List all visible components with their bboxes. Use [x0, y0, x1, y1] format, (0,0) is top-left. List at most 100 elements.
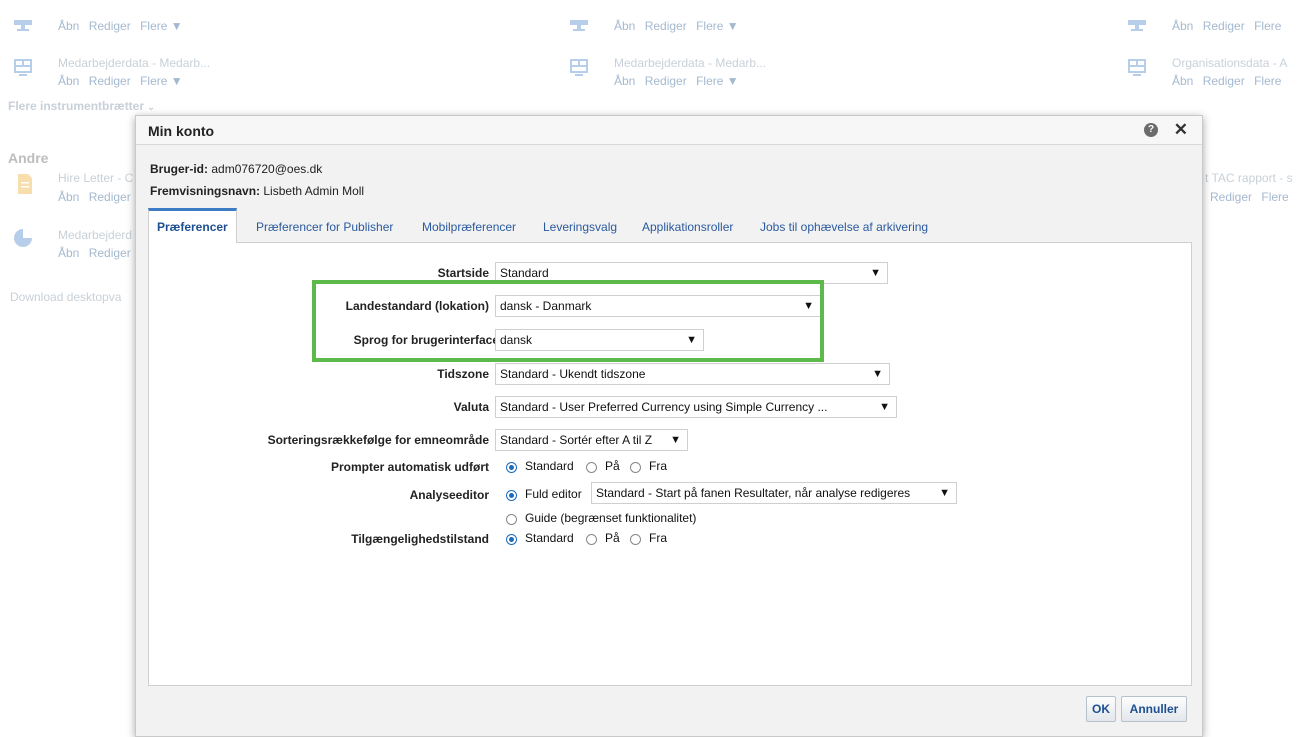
document-icon: [18, 174, 32, 194]
dashboard-title[interactable]: Medarbejderdata - Medarb...: [614, 56, 766, 70]
auto-prompt-off-label: Fra: [649, 459, 667, 473]
monitor-icon: [14, 20, 32, 31]
accessibility-standard-label: Standard: [525, 531, 574, 545]
other-heading: Andre: [8, 150, 49, 166]
dashboard-title[interactable]: Organisationsdata - A: [1172, 56, 1287, 70]
tac-report-title[interactable]: t TAC rapport - s: [1205, 171, 1293, 185]
edit-link[interactable]: Rediger: [645, 19, 687, 33]
more-link[interactable]: Flere ▼: [140, 74, 183, 88]
timezone-label: Tidszone: [437, 367, 489, 381]
display-name-row: Fremvisningsnavn: Lisbeth Admin Moll: [150, 184, 364, 198]
sort-order-select[interactable]: Standard - Sortér efter A til Z ▼: [495, 429, 688, 451]
analysis-editor-label: Analyseeditor: [409, 488, 489, 502]
edit-link[interactable]: Rediger: [89, 74, 131, 88]
tab-unarchive-jobs[interactable]: Jobs til ophævelse af arkivering: [760, 208, 928, 241]
analysis-editor-guide-radio[interactable]: [506, 514, 517, 525]
dashboard-actions: Åbn Rediger Flere ▼: [614, 74, 745, 88]
analysis-editor-full-radio[interactable]: [506, 490, 517, 501]
locale-label: Landestandard (lokation): [345, 299, 489, 313]
currency-value: Standard - User Preferred Currency using…: [500, 400, 828, 414]
dashboard-actions: Åbn Rediger Flere ▼: [614, 19, 745, 33]
more-dashboards-label: Flere instrumentbrætter: [8, 99, 145, 113]
tab-publisher-preferences[interactable]: Præferencer for Publisher: [256, 208, 393, 241]
timezone-select[interactable]: Standard - Ukendt tidszone ▼: [495, 363, 890, 385]
report-title[interactable]: Hire Letter - C: [58, 171, 133, 185]
edit-link[interactable]: Rediger: [645, 74, 687, 88]
dialog-title: Min konto: [148, 123, 215, 139]
auto-prompt-label: Prompter automatisk udført: [330, 460, 489, 474]
more-link[interactable]: Flere: [1261, 190, 1288, 204]
analysis-editor-full-label: Fuld editor: [525, 487, 582, 501]
help-icon[interactable]: ?: [1144, 123, 1158, 137]
startside-label: Startside: [437, 266, 489, 280]
accessibility-label: Tilgængelighedstilstand: [351, 532, 489, 546]
edit-link[interactable]: Rediger: [1210, 190, 1252, 204]
open-link[interactable]: Åbn: [614, 19, 635, 33]
dashboard-icon: [14, 59, 32, 76]
report-actions: Åbn Rediger: [58, 190, 137, 204]
monitor-icon: [570, 20, 588, 31]
dashboard-icon: [1128, 59, 1146, 76]
close-icon[interactable]: ✕: [1174, 120, 1188, 140]
startside-value: Standard: [500, 266, 549, 280]
accessibility-off-radio[interactable]: [630, 534, 641, 545]
dashboard-icon: [570, 59, 588, 76]
accessibility-off-label: Fra: [649, 531, 667, 545]
auto-prompt-off-radio[interactable]: [630, 462, 641, 473]
locale-select[interactable]: dansk - Danmark ▼: [495, 295, 821, 317]
my-account-dialog: Min konto ? ✕ Bruger-id: adm076720@oes.d…: [135, 115, 1203, 737]
download-desktop-link[interactable]: Download desktopva: [10, 290, 121, 304]
edit-link[interactable]: Rediger: [89, 246, 131, 260]
ok-button[interactable]: OK: [1086, 696, 1116, 722]
edit-link[interactable]: Rediger: [1203, 19, 1245, 33]
startside-select[interactable]: Standard ▼: [495, 262, 888, 284]
accessibility-on-radio[interactable]: [586, 534, 597, 545]
analysis-editor-start-value: Standard - Start på fanen Resultater, nå…: [596, 486, 911, 500]
more-dashboards-link[interactable]: Flere instrumentbrætter ⌄: [8, 99, 155, 113]
tab-mobile-preferences[interactable]: Mobilpræferencer: [422, 208, 516, 241]
more-link[interactable]: Flere ▼: [696, 19, 739, 33]
open-link[interactable]: Åbn: [58, 246, 79, 260]
user-id-value: adm076720@oes.dk: [211, 162, 323, 176]
edit-link[interactable]: Rediger: [89, 190, 131, 204]
chart-icon: [14, 229, 32, 247]
tab-application-roles[interactable]: Applikationsroller: [642, 208, 733, 241]
tac-report-actions: Rediger Flere: [1210, 190, 1295, 204]
dialog-header: Min konto ? ✕: [136, 116, 1202, 145]
display-name-label: Fremvisningsnavn:: [150, 184, 261, 198]
analysis-editor-start-select[interactable]: Standard - Start på fanen Resultater, nå…: [591, 482, 957, 504]
dropdown-arrow-icon: ▼: [870, 267, 881, 279]
dashboard-actions: Åbn Rediger Flere: [1172, 74, 1287, 88]
ui-language-select[interactable]: dansk ▼: [495, 329, 704, 351]
tab-delivery-options[interactable]: Leveringsvalg: [543, 208, 617, 241]
open-link[interactable]: Åbn: [58, 74, 79, 88]
locale-value: dansk - Danmark: [500, 299, 592, 313]
dashboard-title[interactable]: Medarbejderdata - Medarb...: [58, 56, 210, 70]
cancel-button[interactable]: Annuller: [1121, 696, 1187, 722]
more-link[interactable]: Flere: [1254, 74, 1281, 88]
open-link[interactable]: Åbn: [58, 190, 79, 204]
auto-prompt-on-label: På: [605, 459, 620, 473]
edit-link[interactable]: Rediger: [89, 19, 131, 33]
open-link[interactable]: Åbn: [1172, 74, 1193, 88]
open-link[interactable]: Åbn: [1172, 19, 1193, 33]
tab-preferences[interactable]: Præferencer: [148, 208, 237, 243]
open-link[interactable]: Åbn: [58, 19, 79, 33]
accessibility-standard-radio[interactable]: [506, 534, 517, 545]
open-link[interactable]: Åbn: [614, 74, 635, 88]
dropdown-arrow-icon: ▼: [872, 368, 883, 380]
user-id-row: Bruger-id: adm076720@oes.dk: [150, 162, 322, 176]
auto-prompt-on-radio[interactable]: [586, 462, 597, 473]
more-link[interactable]: Flere ▼: [140, 19, 183, 33]
ui-language-value: dansk: [500, 333, 533, 347]
more-link[interactable]: Flere ▼: [696, 74, 739, 88]
user-id-label: Bruger-id:: [150, 162, 208, 176]
edit-link[interactable]: Rediger: [1203, 74, 1245, 88]
dropdown-arrow-icon: ▼: [879, 401, 890, 413]
accessibility-on-label: På: [605, 531, 620, 545]
monitor-icon: [1128, 20, 1146, 31]
analysis-title[interactable]: Medarbejderd: [58, 228, 132, 242]
auto-prompt-standard-radio[interactable]: [506, 462, 517, 473]
currency-select[interactable]: Standard - User Preferred Currency using…: [495, 396, 897, 418]
more-link[interactable]: Flere: [1254, 19, 1281, 33]
